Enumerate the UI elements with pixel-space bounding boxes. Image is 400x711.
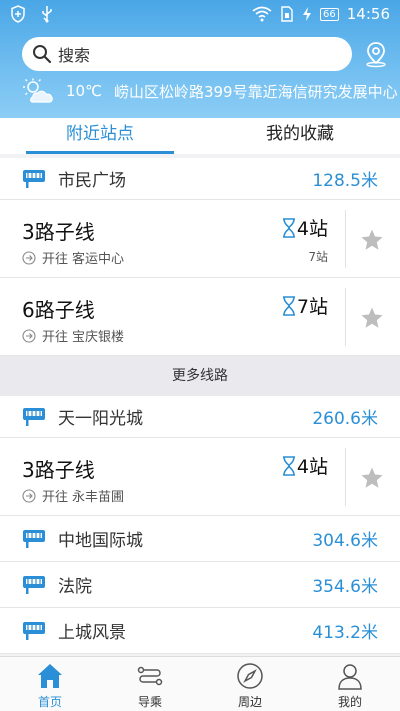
bus-stop-icon [23,529,45,548]
home-icon [38,664,62,688]
route-item[interactable]: 3路子线 开往 客运中心 4站 7站 [0,200,400,278]
arrow-circle-icon [22,488,36,503]
weather-bar: 10℃ 崂山区松岭路399号靠近海信研究发展中心 [22,78,398,104]
status-bar: 66 14:56 [0,0,400,28]
nav-home[interactable]: 首页 [0,657,100,711]
nav-nearby[interactable]: 周边 [200,657,300,711]
route-item[interactable]: 6路子线 开往 宝庆银楼 7站 [0,278,400,356]
stops-count: 7站 [296,296,328,318]
route-destination: 永丰苗圃 [72,490,125,505]
usb-icon [42,6,52,23]
stops-away: 7站 [281,292,328,319]
partly-cloudy-icon [23,78,53,103]
station-distance: 413.2米 [312,623,378,643]
bus-stop-icon [23,575,45,594]
bottom-navigation: 首页 导乘 周边 我的 [0,656,400,711]
stops-count: 4站 [296,456,328,478]
favorite-star-icon[interactable] [360,466,384,490]
arrow-circle-icon [22,250,36,265]
station-name: 天一阳光城 [58,409,143,429]
nav-label: 首页 [37,695,62,709]
direction-label: 开往 [42,252,69,267]
more-routes-header: 更多线路 [0,356,400,396]
next-bus-stops: 7站 [308,250,328,264]
sim-card-icon [281,6,293,22]
station-header[interactable]: 市民广场 128.5米 [0,158,400,200]
nav-label: 我的 [337,695,362,709]
route-destination: 宝庆银楼 [72,330,125,345]
route-name: 3路子线 [22,458,95,482]
favorite-star-icon[interactable] [360,306,384,330]
route-direction: 开往 客运中心 [22,248,124,267]
station-header[interactable]: 天一阳光城 260.6米 [0,396,400,438]
search-bar[interactable]: 搜索 [22,37,352,71]
search-input[interactable]: 搜索 [58,42,90,66]
direction-label: 开往 [42,330,69,345]
station-header[interactable]: 上城风景 413.2米 [0,608,400,654]
station-name: 市民广场 [58,171,126,191]
arrow-circle-icon [22,328,36,343]
nav-profile[interactable]: 我的 [300,657,400,711]
station-name: 中地国际城 [58,531,143,551]
nav-label: 周边 [237,695,262,709]
bus-stop-icon [23,169,45,188]
nav-guide[interactable]: 导乘 [100,657,200,711]
divider [345,210,346,268]
divider [345,448,346,506]
route-name: 6路子线 [22,298,95,322]
bus-stop-icon [23,621,45,640]
temperature: 10℃ [66,82,102,100]
shield-plus-icon [11,5,25,23]
header: 66 14:56 搜索 10℃ 崂山区松岭路399号靠近海信研究发展中心 [0,0,400,118]
compass-icon [237,663,263,689]
route-direction: 开往 宝庆银楼 [22,326,124,345]
current-location: 崂山区松岭路399号靠近海信研究发展中心 [113,82,398,101]
tab-favorites[interactable]: 我的收藏 [200,118,400,154]
station-name: 法院 [58,577,92,597]
divider [345,288,346,346]
hourglass-icon [282,295,295,316]
route-name: 3路子线 [22,220,95,244]
bus-stop-icon [23,407,45,426]
direction-label: 开往 [42,490,69,505]
wifi-icon [252,6,272,22]
stops-away: 4站 [281,214,328,241]
user-icon [338,664,362,690]
location-pin-icon[interactable] [362,40,390,68]
route-direction: 开往 永丰苗圃 [22,486,124,505]
battery-indicator: 66 [320,7,339,21]
charging-icon [303,7,312,21]
stops-count: 4站 [296,218,328,240]
tab-bar: 附近站点 我的收藏 [0,118,400,154]
stops-away: 4站 [281,452,328,479]
favorite-star-icon[interactable] [360,228,384,252]
clock: 14:56 [346,5,390,23]
hourglass-icon [282,217,295,238]
route-icon [137,666,163,686]
tab-nearby-stations[interactable]: 附近站点 [0,118,200,154]
search-icon [33,45,52,64]
route-item[interactable]: 3路子线 开往 永丰苗圃 4站 [0,438,400,516]
station-distance: 260.6米 [312,409,378,429]
nav-label: 导乘 [137,695,162,709]
station-distance: 128.5米 [312,171,378,191]
station-distance: 304.6米 [312,531,378,551]
station-header[interactable]: 中地国际城 304.6米 [0,516,400,562]
station-name: 上城风景 [58,623,126,643]
hourglass-icon [282,455,295,476]
station-distance: 354.6米 [312,577,378,597]
station-list: 市民广场 128.5米 3路子线 开往 客运中心 4站 7站 6路子线 开往 宝… [0,158,400,654]
route-destination: 客运中心 [72,252,125,267]
station-header[interactable]: 法院 354.6米 [0,562,400,608]
